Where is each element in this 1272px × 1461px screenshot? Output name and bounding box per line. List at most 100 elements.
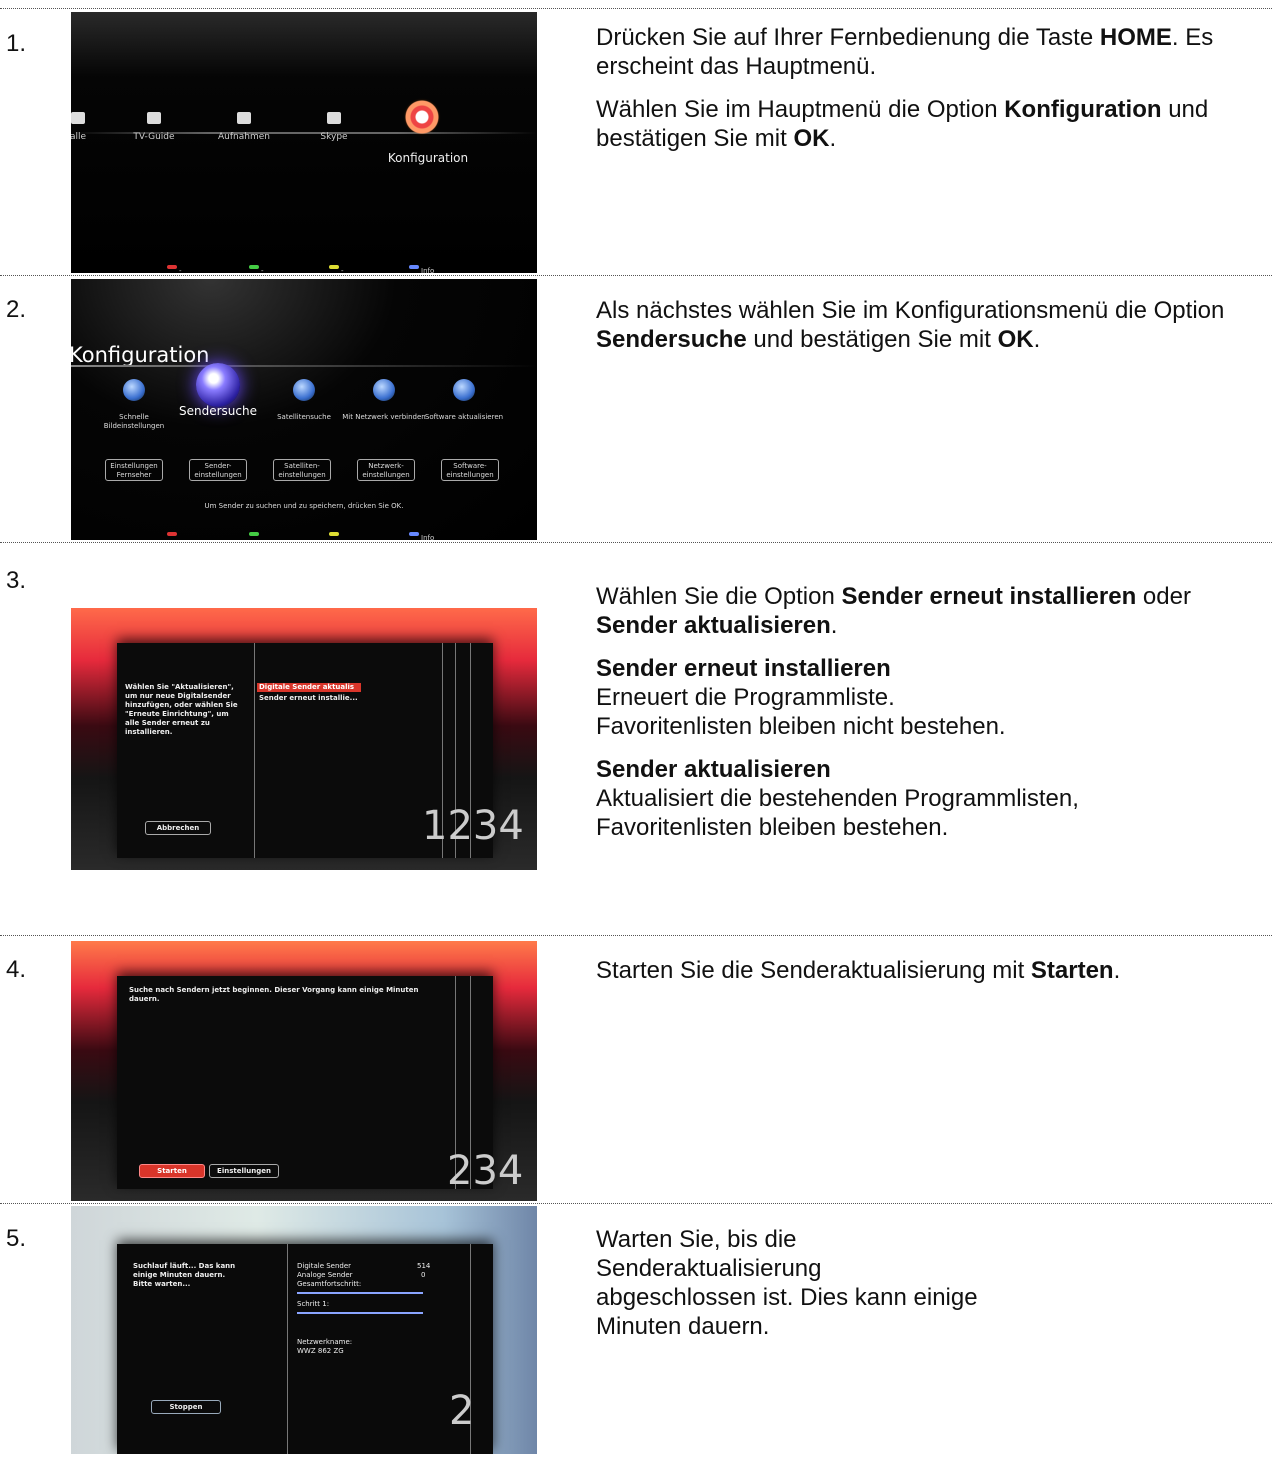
gear-icon (403, 98, 441, 136)
separator (0, 275, 1272, 276)
separator (0, 542, 1272, 543)
update-icon (453, 379, 475, 401)
separator (0, 1203, 1272, 1204)
option-update-selected: Digitale Sender aktualis (257, 683, 361, 692)
option-name: Konfiguration (1004, 96, 1162, 123)
text: und bestätigen Sie mit (746, 326, 998, 353)
red-key-label: - (179, 267, 182, 273)
menu-item-configuration-selected: Konfiguration (387, 151, 469, 165)
menu-item-recordings: Aufnahmen (199, 112, 289, 142)
text: Wählen Sie die Option (596, 583, 842, 610)
blue-key-label: Info (421, 534, 435, 540)
option-name: Sender erneut installieren (841, 583, 1137, 610)
text: Drücken Sie auf Ihrer Fernbedienung die … (596, 24, 1100, 51)
title-underline (71, 365, 537, 367)
settings-button: Einstellungen Fernseher (105, 459, 163, 481)
key-name: OK (997, 326, 1034, 353)
option-heading: Sender aktualisieren (596, 756, 831, 783)
digital-channels-label: Digitale Sender (297, 1262, 352, 1270)
hint-text: Um Sender zu suchen und zu speichern, dr… (204, 502, 404, 510)
text: Erneuert die Programmliste. (596, 684, 895, 711)
analog-channels-label: Analoge Sender (297, 1271, 353, 1279)
yellow-key (329, 532, 339, 536)
step-indicator: 1234 (422, 803, 524, 849)
option-reinstall: Sender erneut installie... (259, 694, 358, 702)
dialog-info: Suche nach Sendern jetzt beginnen. Diese… (129, 986, 419, 1003)
dialog-panel: Wählen Sie "Aktualisieren", um nur neue … (117, 643, 524, 858)
tv-icon (71, 112, 85, 124)
screenshot-start-search: Suche nach Sendern jetzt beginnen. Diese… (71, 941, 537, 1201)
screenshot-home-menu: alle TV-Guide Aufnahmen Skype Konfigurat… (71, 12, 537, 273)
picture-icon (123, 379, 145, 401)
divider (287, 1244, 288, 1454)
option-name: Sender aktualisieren (596, 612, 831, 639)
menu-item-skype: Skype (289, 112, 379, 142)
option-label: Software aktualisieren (424, 413, 504, 421)
dialog-panel: Suche nach Sendern jetzt beginnen. Diese… (117, 976, 523, 1194)
network-name-label: Netzwerkname: (297, 1338, 353, 1346)
network-icon (373, 379, 395, 401)
settings-button: Software-einstellungen (441, 459, 499, 481)
menu-item-label: alle (71, 132, 87, 142)
option-label: Schnelle Bildeinstellungen (103, 413, 165, 430)
red-key (167, 532, 177, 536)
analog-channels-count: 0 (421, 1271, 426, 1279)
text: Wählen Sie im Hauptmenü die Option (596, 96, 1005, 123)
total-progress-label: Gesamtfortschritt: (297, 1280, 362, 1288)
dialog-info: Wählen Sie "Aktualisieren", um nur neue … (125, 683, 238, 736)
cancel-button: Abbrechen (145, 821, 211, 835)
satellite-icon (293, 379, 315, 401)
menu-title: Konfiguration (71, 343, 210, 367)
menu-item-tv-guide: TV-Guide (109, 112, 199, 142)
option-label-selected: Sendersuche (179, 404, 257, 418)
separator (0, 8, 1272, 9)
footer-buttons: Info (71, 526, 537, 540)
text: Warten Sie, bis die Senderaktualisierung… (596, 1226, 978, 1340)
settings-button: Einstellungen (209, 1164, 279, 1178)
network-name-value: WWZ 862 ZG (297, 1347, 344, 1355)
step-5-description: Warten Sie, bis die Senderaktualisierung… (596, 1225, 986, 1355)
separator (0, 935, 1272, 936)
recording-icon (237, 112, 251, 124)
step-number: 4. (6, 956, 27, 983)
settings-button: Satelliten-einstellungen (273, 459, 331, 481)
key-name: HOME (1099, 24, 1172, 51)
menu-item-label: Skype (320, 132, 348, 142)
text: . (1033, 326, 1041, 353)
book-icon (147, 112, 161, 124)
menu-item-label: Aufnahmen (218, 132, 270, 142)
start-button: Starten (139, 1164, 205, 1178)
text: . (829, 125, 837, 152)
green-key (249, 532, 259, 536)
screenshot-channel-install-options: Wählen Sie "Aktualisieren", um nur neue … (71, 608, 537, 870)
divider (254, 643, 255, 858)
button-name: Starten (1030, 957, 1114, 984)
step-number: 5. (6, 1225, 27, 1252)
red-key (167, 265, 177, 269)
step-label: Schritt 1: (297, 1300, 330, 1308)
blue-key-label: Info (421, 267, 435, 273)
yellow-key-label: - (341, 267, 344, 273)
step-3-description: Wählen Sie die Option Sender erneut inst… (596, 582, 1268, 856)
text: Als nächstes wählen Sie im Konfiguration… (596, 297, 1225, 324)
antenna-icon (196, 363, 240, 407)
skype-icon (327, 112, 341, 124)
text: Favoritenlisten bleiben nicht bestehen. (596, 713, 1006, 740)
text: oder (1136, 583, 1191, 610)
digital-channels-count: 514 (417, 1262, 431, 1270)
step-indicator: 2 (449, 1388, 475, 1434)
stop-button: Stoppen (151, 1400, 221, 1414)
step-number: 1. (6, 30, 27, 57)
step-number: 2. (6, 296, 27, 323)
text: . (1113, 957, 1121, 984)
step-4-description: Starten Sie die Senderaktualisierung mit… (596, 956, 1268, 999)
yellow-key (329, 265, 339, 269)
step-indicator: 234 (447, 1148, 524, 1194)
step-number: 3. (6, 567, 27, 594)
text: . (830, 612, 838, 639)
screenshot-configuration-menu: Konfiguration Schnelle Bildeinstellungen… (71, 279, 537, 540)
menu-item-label: TV-Guide (133, 132, 175, 142)
option-heading: Sender erneut installieren (596, 655, 891, 682)
option-label: Mit Netzwerk verbinden (342, 413, 426, 421)
screenshot-search-progress: Suchlauf läuft... Das kann einige Minute… (71, 1206, 537, 1454)
